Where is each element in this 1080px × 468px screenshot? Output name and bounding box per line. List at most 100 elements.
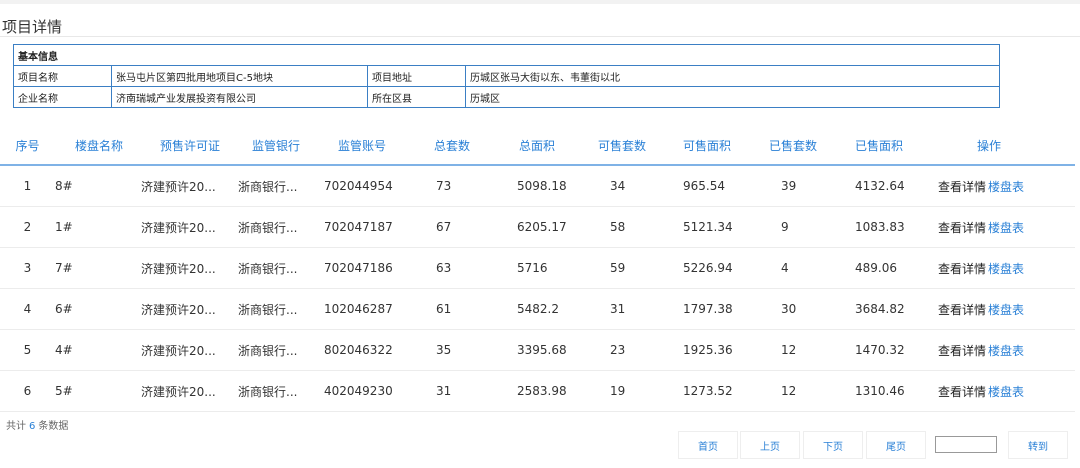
row-actions: 查看详情 楼盘表 [938,329,1075,371]
total-units: 35 [430,329,511,371]
building-table-link[interactable]: 楼盘表 [988,303,1024,317]
supervision-account: 402049230 [324,370,430,412]
row-index: 6 [0,370,55,412]
basic-info-table: 基本信息 项目名称 张马屯片区第四批用地项目C-5地块 项目地址 历城区张马大街… [13,44,1000,108]
view-details-link[interactable]: 查看详情 [938,262,986,276]
table-row: 6 5# 济建预许20... 浙商银行... 402049230 31 2583.98 19 1… [0,370,1075,412]
total-prefix: 共计 [6,421,26,432]
prev-page-button[interactable]: 上页 [740,431,800,459]
total-area: 5482.2 [511,288,596,330]
supervision-account: 702044954 [324,165,430,207]
view-details-link[interactable]: 查看详情 [938,344,986,358]
row-index: 5 [0,329,55,371]
sold-area: 489.06 [853,247,938,289]
supervision-account: 102046287 [324,288,430,330]
building-table-link[interactable]: 楼盘表 [988,180,1024,194]
total-units: 67 [430,206,511,248]
building-name: 6# [55,288,141,330]
view-details-link[interactable]: 查看详情 [938,221,986,235]
row-actions: 查看详情 楼盘表 [938,370,1075,412]
available-area: 1925.36 [681,329,767,371]
available-units: 23 [596,329,681,371]
col-header-actions: 操作 [938,127,1075,166]
building-table-link[interactable]: 楼盘表 [988,344,1024,358]
col-header-permit: 预售许可证 [141,127,238,166]
total-units: 63 [430,247,511,289]
available-units: 58 [596,206,681,248]
available-units: 59 [596,247,681,289]
col-header-sold-units: 已售套数 [767,127,853,166]
building-table-link[interactable]: 楼盘表 [988,221,1024,235]
goto-page-button[interactable]: 转到 [1008,431,1068,459]
col-header-available-units: 可售套数 [596,127,681,166]
total-units: 31 [430,370,511,412]
col-header-bank: 监管银行 [238,127,324,166]
row-index: 2 [0,206,55,248]
presale-permit: 济建预许20... [141,288,238,330]
total-count: 6 [29,421,36,432]
row-index: 3 [0,247,55,289]
table-row: 4 6# 济建预许20... 浙商银行... 102046287 61 5482.2 31 17… [0,288,1075,330]
view-details-link[interactable]: 查看详情 [938,180,986,194]
building-name: 5# [55,370,141,412]
row-index: 1 [0,165,55,207]
sold-units: 12 [767,329,853,371]
total-area: 5716 [511,247,596,289]
presale-permit: 济建预许20... [141,165,238,207]
view-details-link[interactable]: 查看详情 [938,385,986,399]
row-actions: 查看详情 楼盘表 [938,206,1075,248]
project-address-label: 项目地址 [367,65,466,87]
total-area: 2583.98 [511,370,596,412]
supervising-bank: 浙商银行... [238,288,324,330]
next-page-button[interactable]: 下页 [803,431,863,459]
district-label: 所在区县 [367,86,466,108]
table-row: 1 8# 济建预许20... 浙商银行... 702044954 73 5098.18 34 9… [0,165,1075,207]
supervising-bank: 浙商银行... [238,329,324,371]
sold-area: 1310.46 [853,370,938,412]
table-header-row: 序号 楼盘名称 预售许可证 监管银行 监管账号 总套数 总面积 可售套数 可售面… [0,127,1075,166]
available-area: 965.54 [681,165,767,207]
supervising-bank: 浙商银行... [238,165,324,207]
available-area: 1797.38 [681,288,767,330]
page-number-input[interactable] [935,436,997,453]
project-name-label: 项目名称 [13,65,112,87]
building-name: 7# [55,247,141,289]
district-value: 历城区 [465,86,1000,108]
available-area: 5121.34 [681,206,767,248]
company-label: 企业名称 [13,86,112,108]
company-value: 济南瑞城产业发展投资有限公司 [111,86,368,108]
project-name-value: 张马屯片区第四批用地项目C-5地块 [111,65,368,87]
sold-area: 1083.83 [853,206,938,248]
top-strip [0,0,1080,4]
first-page-button[interactable]: 首页 [678,431,738,459]
total-units: 61 [430,288,511,330]
table-row: 2 1# 济建预许20... 浙商银行... 702047187 67 6205.17 58 5… [0,206,1075,248]
title-divider [0,36,1080,37]
total-count-summary: 共计 6 条数据 [6,417,68,432]
total-area: 3395.68 [511,329,596,371]
presale-permit: 济建预许20... [141,206,238,248]
col-header-index: 序号 [0,127,55,166]
presale-permit: 济建预许20... [141,370,238,412]
sold-area: 4132.64 [853,165,938,207]
col-header-available-area: 可售面积 [681,127,767,166]
last-page-button[interactable]: 尾页 [866,431,926,459]
presale-permit: 济建预许20... [141,329,238,371]
sold-units: 4 [767,247,853,289]
col-header-building: 楼盘名称 [55,127,141,166]
available-area: 5226.94 [681,247,767,289]
sold-units: 9 [767,206,853,248]
total-suffix: 条数据 [38,421,69,432]
building-table-link[interactable]: 楼盘表 [988,262,1024,276]
row-actions: 查看详情 楼盘表 [938,288,1075,330]
supervision-account: 702047186 [324,247,430,289]
supervising-bank: 浙商银行... [238,370,324,412]
supervising-bank: 浙商银行... [238,247,324,289]
sold-units: 12 [767,370,853,412]
basic-info-header: 基本信息 [13,44,1000,66]
building-table-link[interactable]: 楼盘表 [988,385,1024,399]
view-details-link[interactable]: 查看详情 [938,303,986,317]
sold-area: 1470.32 [853,329,938,371]
col-header-account: 监管账号 [324,127,430,166]
project-address-value: 历城区张马大街以东、韦董街以北 [465,65,1000,87]
